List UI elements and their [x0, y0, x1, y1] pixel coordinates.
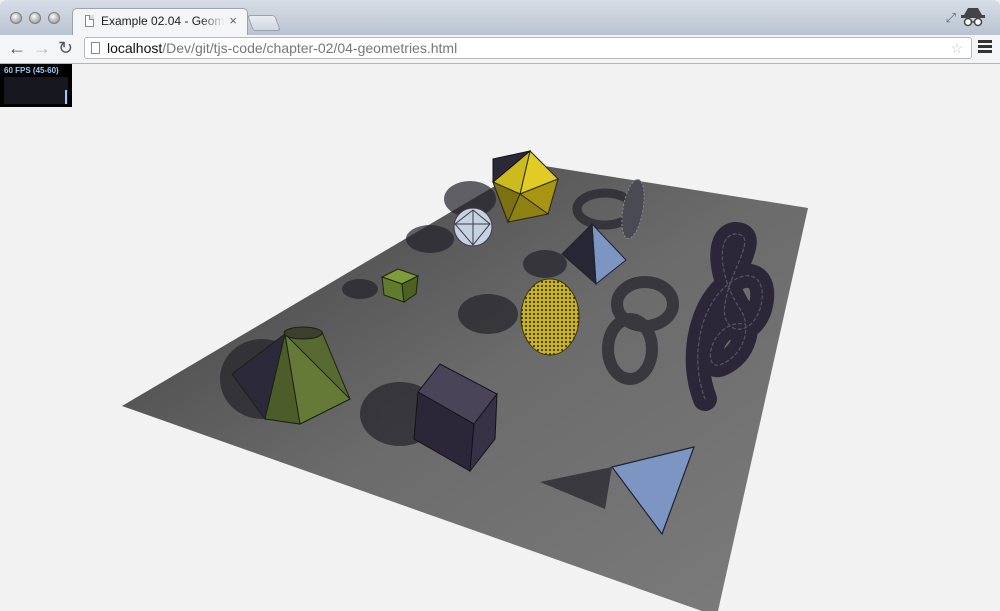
address-host: localhost [107, 40, 163, 56]
tab-close-icon[interactable]: × [229, 13, 237, 28]
webgl-viewport[interactable]: 60 FPS (45-60) [0, 64, 1000, 611]
fps-label: 60 FPS (45-60) [4, 66, 59, 75]
bookmark-star-icon[interactable]: ☆ [950, 40, 963, 57]
browser-window: Example 02.04 - Geometries × ⤢ ← → ↻ loc… [0, 0, 1000, 611]
chrome-menu-button[interactable] [978, 40, 992, 54]
fps-graph [4, 77, 68, 104]
back-button[interactable]: ← [8, 38, 26, 58]
page-icon [85, 15, 94, 27]
page-icon [91, 42, 100, 54]
address-url: localhost/Dev/git/tjs-code/chapter-02/04… [107, 40, 457, 56]
reload-button[interactable]: ↻ [58, 38, 73, 58]
browser-toolbar: ← → ↻ localhost/Dev/git/tjs-code/chapter… [0, 35, 1000, 64]
fps-graph-bar [65, 90, 67, 104]
incognito-icon [961, 8, 985, 27]
new-tab-button[interactable] [247, 15, 281, 31]
address-path: /Dev/git/tjs-code/chapter-02/04-geometri… [162, 40, 458, 56]
three-js-scene[interactable] [0, 64, 1000, 611]
zoom-window-button[interactable] [48, 12, 60, 24]
yellow-point-sphere [520, 278, 580, 356]
fullscreen-icon[interactable]: ⤢ [946, 10, 956, 26]
close-window-button[interactable] [10, 12, 22, 24]
forward-button[interactable]: → [33, 38, 51, 58]
fps-stats-panel[interactable]: 60 FPS (45-60) [0, 64, 72, 107]
minimize-window-button[interactable] [29, 12, 41, 24]
tab-title: Example 02.04 - Geometries [101, 14, 225, 28]
tab-strip: Example 02.04 - Geometries × ⤢ [0, 0, 1000, 35]
dotted-sphere [453, 207, 493, 247]
tab-example-geometries[interactable]: Example 02.04 - Geometries × [72, 8, 248, 35]
address-bar[interactable]: localhost/Dev/git/tjs-code/chapter-02/04… [84, 37, 972, 59]
